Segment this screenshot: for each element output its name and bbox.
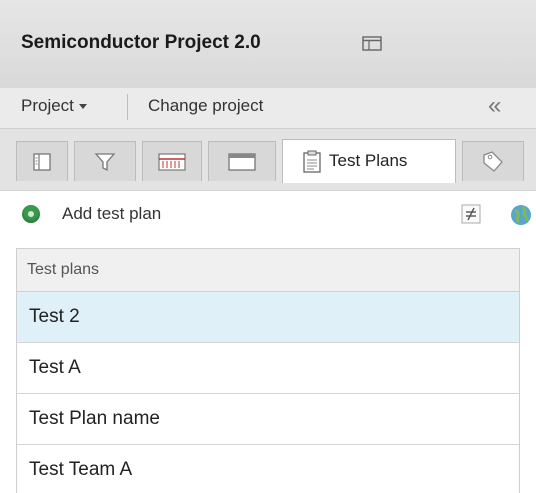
table-row[interactable]: Test 2 [17,292,519,343]
filter-icon [94,152,116,171]
list-panel-icon [33,152,51,171]
timeline-icon [158,152,186,171]
test-plan-toolbar: Add test plan [0,190,536,237]
project-menu-label: Project [21,96,74,115]
globe-icon[interactable] [510,204,532,226]
table-row[interactable]: Test Plan name [17,394,519,445]
separator [127,94,128,120]
tab-test-plans-label: Test Plans [329,151,408,170]
caret-down-icon [78,104,87,110]
project-menu-button[interactable]: Project [21,96,87,116]
tab-list-panel[interactable] [16,141,68,181]
test-plans-table: Test plans Test 2 Test A Test Plan name … [16,248,520,493]
tab-filter[interactable] [74,141,136,181]
tab-timeline[interactable] [142,141,202,181]
table-row[interactable]: Test A [17,343,519,394]
table-row[interactable]: Test Team A [17,445,519,493]
change-project-link[interactable]: Change project [148,96,263,116]
add-circle-icon [22,205,40,223]
clipboard-icon [303,150,321,173]
project-bar: Project Change project « [0,88,536,128]
project-title: Semiconductor Project 2.0 [21,32,261,53]
not-equal-icon[interactable] [461,204,481,224]
tab-strip: Test Plans [0,128,536,191]
tab-tag[interactable] [462,141,524,181]
window-layout-icon[interactable] [362,36,382,51]
tab-window[interactable] [208,141,276,181]
window-icon [228,152,256,171]
column-header-test-plans[interactable]: Test plans [17,249,519,292]
tab-test-plans[interactable]: Test Plans [282,139,456,183]
tag-icon [483,150,503,172]
add-test-plan-label: Add test plan [62,204,162,223]
test-plans-panel: Semiconductor Project 2.0 Project Change… [0,0,536,493]
panel-header: Semiconductor Project 2.0 [0,0,536,88]
double-chevron-left-icon[interactable]: « [488,92,502,120]
